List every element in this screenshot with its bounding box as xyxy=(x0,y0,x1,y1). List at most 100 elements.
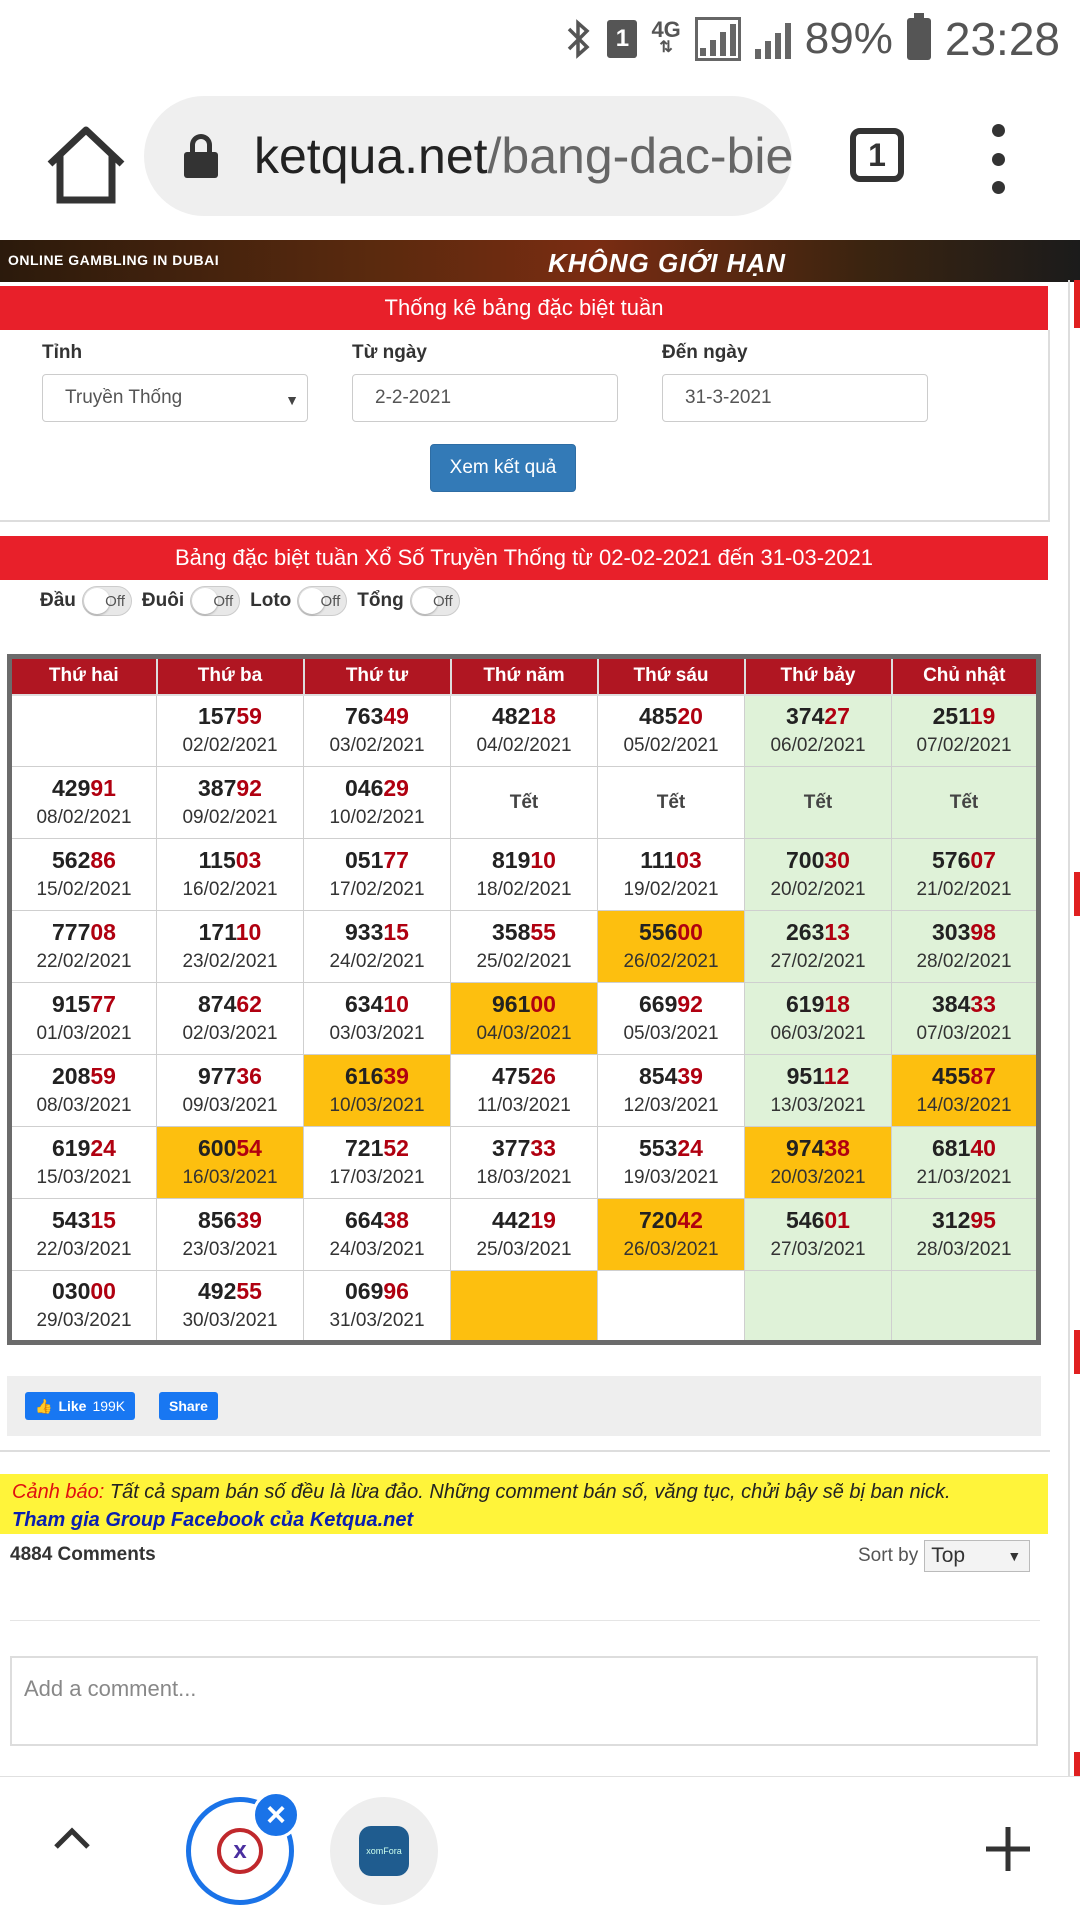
result-number: 05177 xyxy=(304,846,450,875)
facebook-group-link[interactable]: Tham gia Group Facebook của Ketqua.net xyxy=(12,1506,1036,1534)
result-cell: 45587 14/03/2021 xyxy=(891,1054,1039,1127)
result-cell xyxy=(597,1270,745,1343)
number-tail: 18 xyxy=(530,702,556,729)
comment-input[interactable]: Add a comment... xyxy=(10,1656,1038,1746)
sort-select[interactable]: Top ▼ xyxy=(924,1540,1031,1572)
result-cell: 68140 21/03/2021 xyxy=(891,1126,1039,1199)
result-cell: 85439 12/03/2021 xyxy=(597,1054,745,1127)
close-tab-button[interactable]: × xyxy=(252,1791,300,1839)
number-tail: 18 xyxy=(824,990,850,1017)
number-tail: 52 xyxy=(383,1134,409,1161)
result-number: 15759 xyxy=(157,702,303,731)
result-date: 30/03/2021 xyxy=(182,1309,278,1331)
number-tail: 24 xyxy=(677,1134,703,1161)
home-button[interactable] xyxy=(40,124,132,204)
result-number: 54315 xyxy=(12,1206,156,1235)
result-cell: 56286 15/02/2021 xyxy=(9,838,157,911)
number-tail: 00 xyxy=(530,990,556,1017)
facebook-share-button[interactable]: Share xyxy=(159,1392,218,1420)
result-number: 72042 xyxy=(598,1206,744,1235)
result-number: 70030 xyxy=(745,846,891,875)
result-date: 13/03/2021 xyxy=(770,1094,866,1116)
like-label: Like xyxy=(58,1398,87,1414)
url-path: /bang-dac-bie xyxy=(487,128,792,184)
result-date: 25/03/2021 xyxy=(476,1238,572,1260)
result-cell: 70030 20/02/2021 xyxy=(744,838,892,911)
tab-switcher-button[interactable]: 1 xyxy=(850,128,904,182)
province-select[interactable]: Truyền Thống ▼ xyxy=(42,374,308,422)
result-number: 11103 xyxy=(598,846,744,875)
number-head: 251 xyxy=(932,702,970,729)
result-number: 17110 xyxy=(157,918,303,947)
results-panel-title: Bảng đặc biệt tuần Xổ Số Truyền Thống từ… xyxy=(0,536,1048,580)
number-head: 208 xyxy=(52,1062,91,1089)
from-date-input[interactable]: 2-2-2021 xyxy=(352,374,618,422)
number-tail: 12 xyxy=(823,1062,850,1089)
new-tab-button[interactable] xyxy=(982,1823,1034,1875)
result-date: 21/03/2021 xyxy=(916,1166,1012,1188)
province-label: Tỉnh xyxy=(42,342,83,363)
result-number: 66438 xyxy=(304,1206,450,1235)
result-number: 85439 xyxy=(598,1062,744,1091)
number-tail: 33 xyxy=(970,990,996,1017)
number-head: 700 xyxy=(786,846,825,873)
to-date-input[interactable]: 31-3-2021 xyxy=(662,374,928,422)
number-tail: 91 xyxy=(90,774,116,801)
number-head: 951 xyxy=(786,1062,824,1089)
number-head: 763 xyxy=(345,702,384,729)
result-number: 42991 xyxy=(12,774,156,803)
number-tail: 77 xyxy=(90,990,116,1017)
number-head: 576 xyxy=(932,846,971,873)
sim-icon: 1 xyxy=(607,20,638,58)
url-host: ketqua.net xyxy=(254,128,488,184)
result-date: 16/02/2021 xyxy=(182,878,278,900)
result-cell: Tết xyxy=(744,766,892,839)
result-cell: 91577 01/03/2021 xyxy=(9,982,157,1055)
result-cell: 54601 27/03/2021 xyxy=(744,1198,892,1271)
result-date: 20/02/2021 xyxy=(770,878,866,900)
signal-2-icon xyxy=(754,19,791,59)
facebook-like-button[interactable]: 👍 Like 199K xyxy=(25,1392,136,1420)
sort-select-value: Top xyxy=(931,1544,966,1567)
divider xyxy=(0,1450,1050,1452)
number-head: 384 xyxy=(932,990,971,1017)
result-number: 95112 xyxy=(745,1062,891,1091)
column-header: Chủ nhật xyxy=(890,655,1040,696)
browser-toolbar: ketqua.net/bang-dac-bie 1 xyxy=(0,78,1080,240)
tab-thumbnail-xomfora[interactable]: xomFora xyxy=(330,1797,438,1905)
result-number: 61918 xyxy=(745,990,891,1019)
social-share-row: 👍 Like 199K Share xyxy=(7,1376,1041,1436)
result-number: 03000 xyxy=(12,1277,156,1306)
result-cell: 54315 22/03/2021 xyxy=(9,1198,157,1271)
view-results-button[interactable]: Xem kết quả xyxy=(430,444,576,492)
holiday-label: Tết xyxy=(949,791,979,813)
table-row: 03000 29/03/2021 49255 30/03/2021 06996 31/03… xyxy=(9,1270,1039,1343)
signal-1-icon xyxy=(694,17,741,61)
result-number: 30398 xyxy=(892,918,1036,947)
result-number: 93315 xyxy=(304,918,450,947)
result-number: 11503 xyxy=(157,846,303,875)
result-number: 61639 xyxy=(304,1062,450,1091)
toggle-switch[interactable]: Off xyxy=(409,586,460,616)
number-tail: 39 xyxy=(383,1062,409,1089)
expand-tabs-button[interactable] xyxy=(52,1819,92,1859)
result-number: 45587 xyxy=(892,1062,1036,1091)
result-number: 81910 xyxy=(451,846,597,875)
result-number: 25119 xyxy=(892,702,1036,731)
toggle-switch[interactable]: Off xyxy=(81,586,132,616)
result-number: 63410 xyxy=(304,990,450,1019)
result-date: 28/02/2021 xyxy=(916,950,1012,972)
toggle-switch[interactable]: Off xyxy=(297,586,348,616)
result-date: 19/02/2021 xyxy=(623,878,719,900)
result-cell: 95112 13/03/2021 xyxy=(744,1054,892,1127)
result-cell: 66992 05/03/2021 xyxy=(597,982,745,1055)
number-head: 961 xyxy=(492,990,531,1017)
result-number: 97736 xyxy=(157,1062,303,1091)
overflow-menu-button[interactable] xyxy=(978,124,1018,194)
number-tail: 55 xyxy=(530,918,556,945)
ad-banner[interactable]: ONLINE GAMBLING IN DUBAI KHÔNG GIỚI HẠN xyxy=(0,240,1080,282)
url-bar[interactable]: ketqua.net/bang-dac-bie xyxy=(144,96,792,216)
toggle-switch[interactable]: Off xyxy=(190,586,241,616)
result-date: 16/03/2021 xyxy=(182,1166,278,1188)
filter-panel-title: Thống kê bảng đặc biệt tuần xyxy=(0,286,1048,330)
